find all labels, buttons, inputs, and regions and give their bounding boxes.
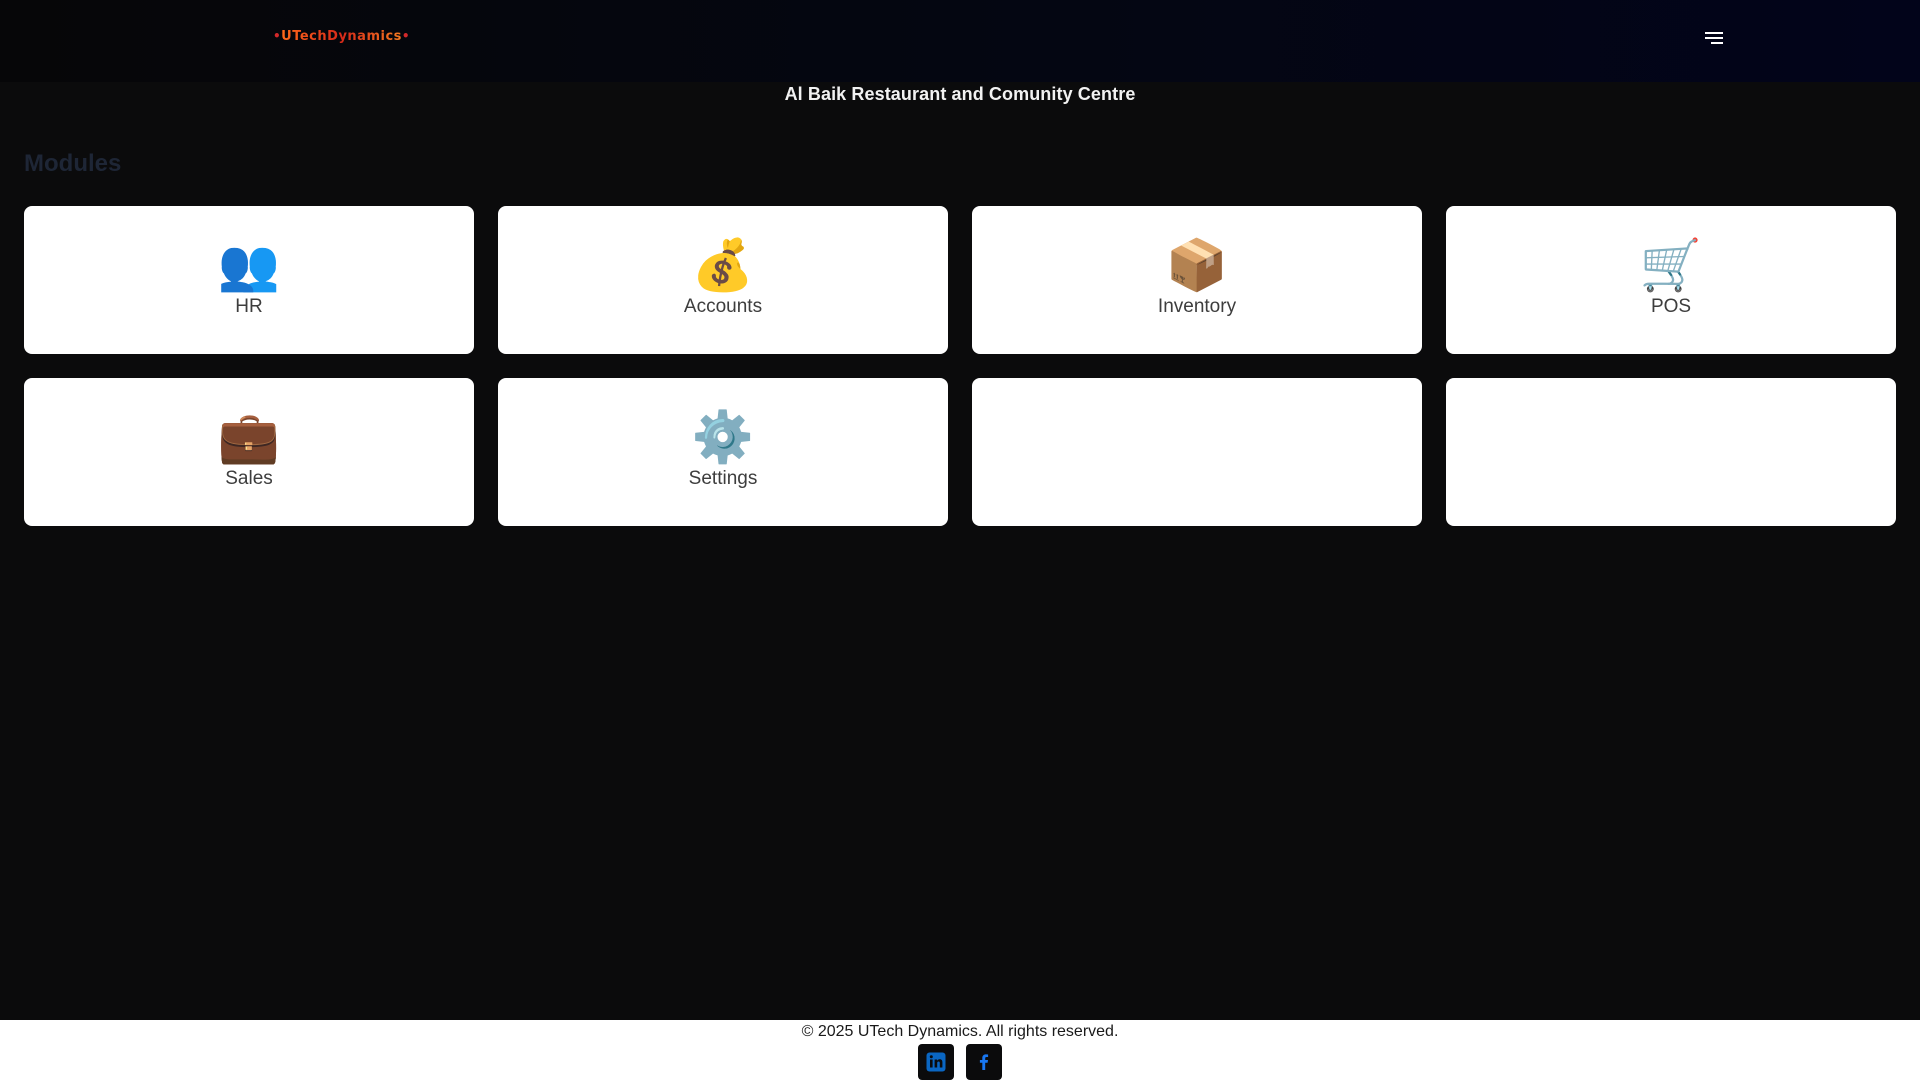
gear-icon: ⚙️ xyxy=(691,408,755,466)
package-icon: 📦 xyxy=(1165,236,1229,294)
organization-title: Al Baik Restaurant and Comunity Centre xyxy=(784,84,1136,104)
logo-right-mark: • xyxy=(401,29,411,43)
facebook-icon xyxy=(979,1054,989,1070)
shopping-cart-icon: 🛒 xyxy=(1639,236,1703,294)
logo-text: UTechDynamics xyxy=(281,28,402,44)
hamburger-icon xyxy=(1705,32,1723,44)
linkedin-link[interactable] xyxy=(918,1044,954,1080)
people-icon: 👥 xyxy=(217,236,281,294)
module-card-accounts[interactable]: 💰 Accounts xyxy=(498,206,948,354)
linkedin-icon xyxy=(926,1052,946,1072)
module-card-hr[interactable]: 👥 HR xyxy=(24,206,474,354)
module-card-pos[interactable]: 🛒 POS xyxy=(1446,206,1896,354)
money-bag-icon: 💰 xyxy=(691,236,755,294)
module-card-inventory[interactable]: 📦 Inventory xyxy=(972,206,1422,354)
module-card-settings[interactable]: ⚙️ Settings xyxy=(498,378,948,526)
modules-heading: Modules xyxy=(24,150,122,177)
menu-toggle-button[interactable] xyxy=(1704,28,1728,48)
module-label: Settings xyxy=(688,468,758,489)
logo-left-mark: • xyxy=(273,29,282,43)
copyright-text: © 2025 UTech Dynamics. All rights reserv… xyxy=(801,1023,1119,1040)
module-label: HR xyxy=(235,296,263,317)
brand-logo[interactable]: • UTechDynamics • xyxy=(273,24,413,48)
social-links xyxy=(918,1044,1002,1080)
top-navbar: • UTechDynamics • xyxy=(0,0,1920,82)
briefcase-icon: 💼 xyxy=(217,408,281,466)
module-card-empty xyxy=(972,378,1422,526)
module-label: Sales xyxy=(225,468,273,489)
app-page: • UTechDynamics • Al Baik Restaurant and… xyxy=(0,0,1920,1080)
module-card-sales[interactable]: 💼 Sales xyxy=(24,378,474,526)
facebook-link[interactable] xyxy=(966,1044,1002,1080)
module-label: POS xyxy=(1650,296,1692,317)
modules-grid: 👥 HR 💰 Accounts 📦 Inventory 🛒 POS 💼 Sale… xyxy=(24,206,1896,526)
module-label: Inventory xyxy=(1157,296,1237,317)
module-card-empty xyxy=(1446,378,1896,526)
page-footer: © 2025 UTech Dynamics. All rights reserv… xyxy=(0,1020,1920,1080)
module-label: Accounts xyxy=(683,296,763,317)
